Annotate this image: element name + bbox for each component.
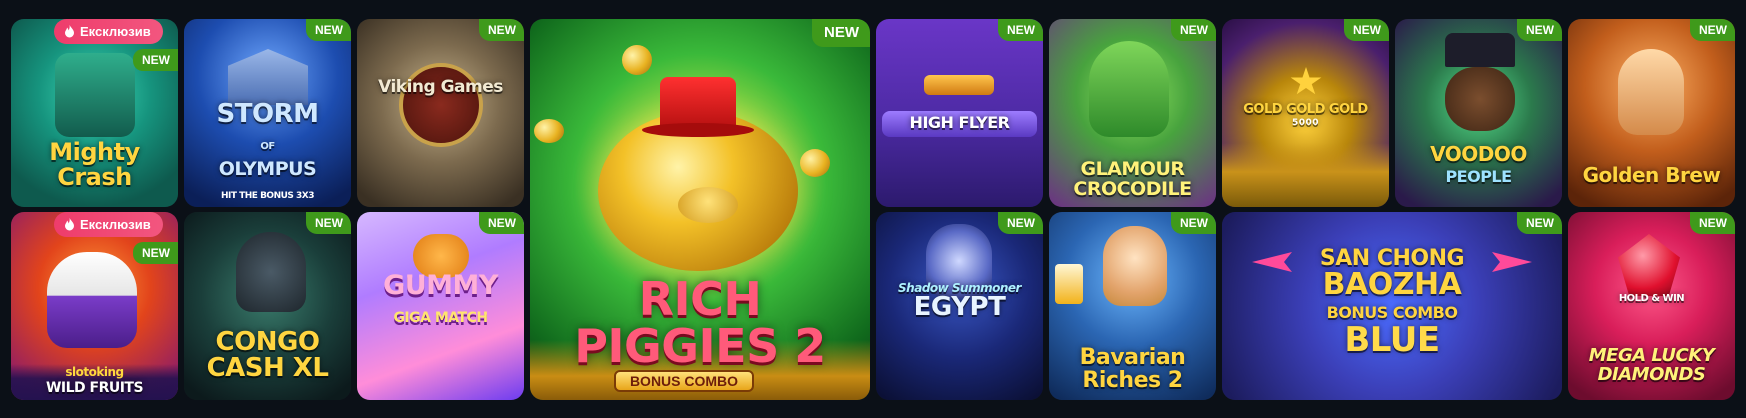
game-tile-high-flyer[interactable]: HIGH FLYER NEW	[876, 19, 1043, 207]
title-line2: PIGGIES 2	[574, 319, 826, 374]
game-title: STORM OF OLYMPUS	[188, 101, 347, 181]
coin-image	[534, 119, 564, 143]
game-title: CONGO CASH XL	[188, 329, 347, 382]
top-hat-image	[1445, 33, 1515, 67]
bonus-combo-label: BONUS COMBO	[614, 370, 754, 392]
title-of: OF	[260, 140, 275, 152]
game-subtitle: HIT THE BONUS 3X3	[220, 190, 315, 201]
title-line2: DIAMONDS	[1597, 363, 1706, 385]
title-line1: GUMMY	[383, 270, 498, 301]
game-title: WILD FRUITS	[45, 379, 144, 396]
game-title: MEGA LUCKY DIAMONDS	[1572, 347, 1731, 384]
new-badge: NEW	[1517, 212, 1562, 234]
new-badge: NEW	[1344, 19, 1389, 41]
game-tile-mighty-crash[interactable]: Mighty Crash Ексклюзив NEW	[11, 19, 178, 207]
game-title: GOLD GOLD GOLD 5000	[1226, 103, 1385, 128]
title-line1: STORM	[216, 99, 319, 130]
pig-snout	[678, 187, 738, 223]
new-badge: NEW	[1690, 212, 1735, 234]
game-subtitle: 5000	[1291, 118, 1320, 129]
crocodile-image	[1089, 41, 1169, 137]
new-badge: NEW	[479, 19, 524, 41]
new-badge: NEW	[1171, 212, 1216, 234]
new-badge: NEW	[306, 19, 351, 41]
hold-win-label: HOLD & WIN	[1618, 293, 1685, 304]
new-badge: NEW	[133, 49, 178, 71]
new-badge: NEW	[133, 242, 178, 264]
game-title: GLAMOUR CROCODILE	[1053, 160, 1212, 199]
game-title: GUMMY GIGA MATCH	[361, 272, 520, 327]
coin-image	[622, 45, 652, 75]
title-line2: PEOPLE	[1445, 166, 1512, 186]
character-image	[1618, 49, 1684, 135]
title-line1: VOODOO	[1430, 142, 1527, 167]
games-grid: Mighty Crash Ексклюзив NEW STORM OF OLYM…	[11, 19, 1735, 400]
temple-image	[228, 49, 308, 105]
game-tile-shadow-summoner-egypt[interactable]: Shadow Summoner EGYPT NEW	[876, 212, 1043, 400]
coin-image	[800, 149, 830, 177]
title-line2: CROCODILE	[1073, 177, 1192, 200]
game-title: RICH PIGGIES 2	[534, 276, 866, 370]
game-tile-wild-fruits[interactable]: slotoking WILD FRUITS Ексклюзив NEW	[11, 212, 178, 400]
diamond-image	[1618, 234, 1680, 296]
game-tile-voodoo-people[interactable]: VOODOO PEOPLE NEW	[1395, 19, 1562, 207]
exclusive-label: Ексклюзив	[80, 217, 151, 232]
new-badge: NEW	[998, 212, 1043, 234]
title-line2: CASH XL	[206, 353, 329, 384]
game-tile-san-chong-baozha[interactable]: SAN CHONG BAOZHA BONUS COMBO BLUE NEW	[1222, 212, 1562, 400]
game-tile-storm-of-olympus[interactable]: STORM OF OLYMPUS HIT THE BONUS 3X3 NEW	[184, 19, 351, 207]
plane-image	[924, 75, 994, 95]
title-line2: GIGA MATCH	[393, 309, 488, 326]
top-hat-brim	[642, 123, 754, 137]
face-image	[1445, 67, 1515, 131]
exclusive-badge: Ексклюзив	[54, 212, 163, 237]
title-text: GOLD GOLD GOLD	[1243, 102, 1368, 117]
new-badge: NEW	[1171, 19, 1216, 41]
game-tile-viking-games[interactable]: Viking Games NEW	[357, 19, 524, 207]
flame-icon	[65, 25, 74, 38]
game-tile-congo-cash-xl[interactable]: CONGO CASH XL NEW	[184, 212, 351, 400]
gorilla-image	[236, 232, 306, 312]
game-art	[357, 19, 524, 207]
new-badge: NEW	[812, 19, 870, 47]
idol-image	[55, 53, 135, 137]
beer-mug-image	[1055, 264, 1083, 304]
star-icon	[1290, 67, 1322, 95]
game-title: Shadow Summoner EGYPT	[880, 282, 1039, 321]
gold-pile	[1222, 143, 1389, 207]
new-badge: NEW	[479, 212, 524, 234]
new-badge: NEW	[998, 19, 1043, 41]
brand-label: slotoking	[65, 364, 124, 379]
game-tile-bavarian-riches-2[interactable]: Bavarian Riches 2 NEW	[1049, 212, 1216, 400]
title-line1: Bavarian	[1079, 345, 1186, 371]
game-tile-glamour-crocodile[interactable]: GLAMOUR CROCODILE NEW	[1049, 19, 1216, 207]
flame-icon	[65, 218, 74, 231]
game-tile-gummy-giga-match[interactable]: GUMMY GIGA MATCH NEW	[357, 212, 524, 400]
game-title: Mighty Crash	[49, 138, 140, 191]
title-line2: EGYPT	[913, 292, 1006, 323]
game-tile-mega-lucky-diamonds[interactable]: HOLD & WIN MEGA LUCKY DIAMONDS NEW	[1568, 212, 1735, 400]
game-title: Viking Games	[378, 77, 503, 97]
game-title: SAN CHONG BAOZHA BONUS COMBO BLUE	[1226, 247, 1558, 361]
shield-image	[399, 63, 483, 147]
game-title: Bavarian Riches 2	[1053, 345, 1212, 393]
game-tile-golden-brew[interactable]: Golden Brew NEW	[1568, 19, 1735, 207]
exclusive-badge: Ексклюзив	[54, 19, 163, 44]
character-image	[47, 252, 137, 348]
title-line2: OLYMPUS	[218, 158, 317, 181]
game-title: HIGH FLYER	[909, 113, 1010, 132]
title-line2: Riches 2	[1082, 367, 1183, 393]
game-title: VOODOO PEOPLE	[1399, 144, 1558, 185]
new-badge: NEW	[306, 212, 351, 234]
exclusive-label: Ексклюзив	[80, 24, 151, 39]
game-title: Golden Brew	[1582, 162, 1721, 187]
new-badge: NEW	[1517, 19, 1562, 41]
title-line2: BAOZHA	[1322, 267, 1462, 303]
game-tile-rich-piggies-2[interactable]: RICH PIGGIES 2 BONUS COMBO NEW	[530, 19, 870, 400]
character-image	[1103, 226, 1167, 306]
game-tile-gold-gold-gold[interactable]: GOLD GOLD GOLD 5000 NEW	[1222, 19, 1389, 207]
title-line4: BLUE	[1344, 320, 1440, 361]
new-badge: NEW	[1690, 19, 1735, 41]
